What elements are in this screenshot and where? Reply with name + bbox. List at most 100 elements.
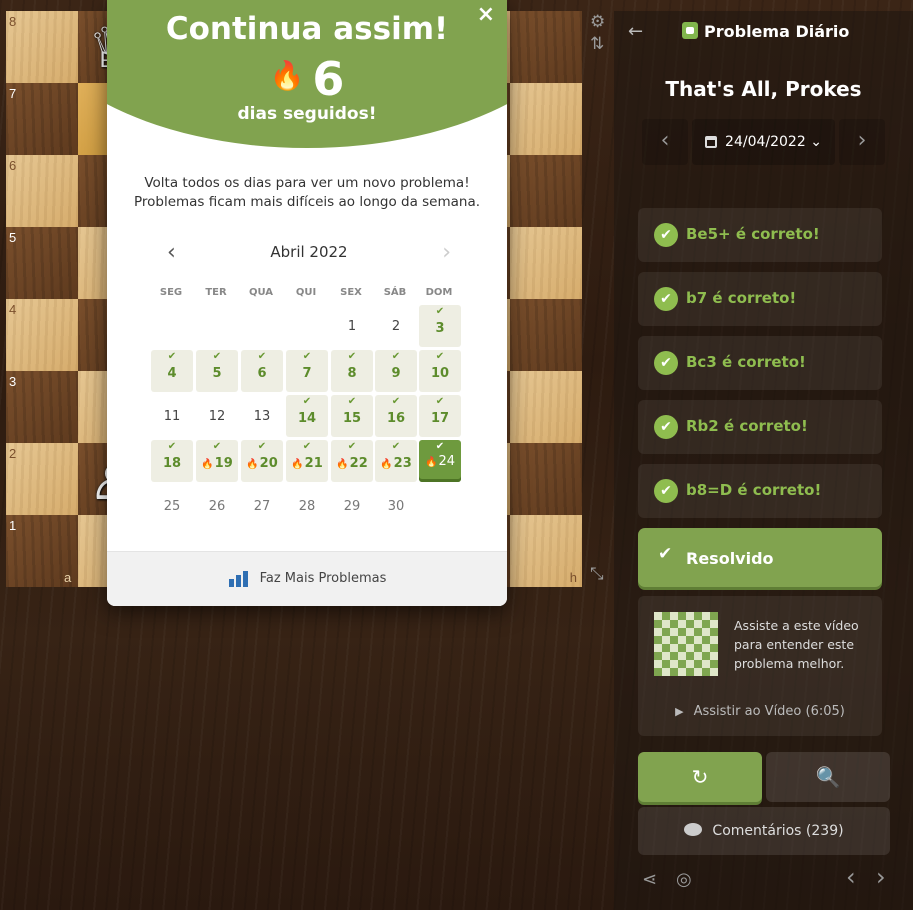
expand-icon[interactable]: ⤡ — [590, 564, 604, 584]
calendar-day[interactable]: 25 — [151, 485, 193, 527]
share-icon[interactable]: ⋖ — [642, 869, 657, 890]
next-month-button[interactable]: › — [442, 240, 451, 265]
modal-title: Continua assim! — [165, 11, 449, 47]
board-square[interactable]: 4 — [6, 299, 78, 371]
rank-label: 1 — [9, 518, 17, 533]
move-row[interactable]: ✔ Rb2 é correto! — [638, 400, 882, 454]
calendar-day[interactable]: ✔ 🔥20 — [241, 440, 283, 482]
calendar-day[interactable]: ✔ 🔥22 — [331, 440, 373, 482]
flip-board-icon[interactable]: ⇅ — [590, 34, 604, 54]
move-row[interactable]: ✔ b8=D é correto! — [638, 464, 882, 518]
board-square[interactable] — [510, 371, 582, 443]
calendar-day[interactable]: 29 — [331, 485, 373, 527]
calendar-day[interactable]: 28 — [286, 485, 328, 527]
calendar-day[interactable]: 11 — [151, 395, 193, 437]
more-puzzles-label: Faz Mais Problemas — [259, 571, 387, 586]
calendar-day[interactable]: ✔ 5 — [196, 350, 238, 392]
target-icon[interactable]: ◎ — [676, 869, 692, 890]
check-icon: ✔ — [391, 396, 401, 407]
board-square[interactable] — [510, 155, 582, 227]
calendar-day[interactable]: ✔ 🔥21 — [286, 440, 328, 482]
rank-label: 4 — [9, 302, 17, 317]
calendar-day[interactable]: 12 — [196, 395, 238, 437]
check-icon: ✔ — [654, 351, 678, 375]
calendar-day[interactable]: 30 — [375, 485, 417, 527]
board-square[interactable] — [510, 11, 582, 83]
day-number: 4 — [167, 366, 177, 381]
watch-video-link[interactable]: ▶ Assistir ao Vídeo (6:05) — [638, 704, 882, 719]
video-card: Assiste a este vídeo para entender este … — [638, 596, 882, 736]
check-icon: ✔ — [212, 441, 222, 452]
calendar-header: ‹ Abril 2022 › — [159, 240, 459, 265]
board-square[interactable] — [510, 83, 582, 155]
video-thumbnail[interactable] — [654, 612, 718, 676]
calendar-day[interactable]: 27 — [241, 485, 283, 527]
day-number: 26 — [208, 499, 226, 514]
board-square[interactable] — [510, 299, 582, 371]
more-puzzles-button[interactable]: Faz Mais Problemas — [107, 551, 507, 606]
calendar-day[interactable]: ✔ 16 — [375, 395, 417, 437]
settings-icon[interactable]: ⚙ — [590, 12, 605, 32]
board-square[interactable]: 8 — [6, 11, 78, 83]
calendar-day[interactable]: ✔ 17 — [419, 395, 461, 437]
calendar-day[interactable]: ✔ 🔥24 — [419, 440, 461, 482]
check-icon: ✔ — [654, 415, 678, 439]
board-square[interactable]: 5 — [6, 227, 78, 299]
calendar-day[interactable]: ✔ 10 — [419, 350, 461, 392]
comment-bubble-icon — [684, 823, 703, 836]
calendar-month: Abril 2022 — [270, 243, 348, 261]
day-number: 1 — [347, 319, 357, 334]
prev-day-button[interactable]: ‹ — [642, 119, 688, 165]
rank-label: 6 — [9, 158, 17, 173]
move-row[interactable]: ✔ Be5+ é correto! — [638, 208, 882, 262]
calendar-day[interactable]: ✔ 7 — [286, 350, 328, 392]
calendar-day[interactable]: ✔ 🔥23 — [375, 440, 417, 482]
check-icon: ✔ — [347, 441, 357, 452]
comments-button[interactable]: Comentários (239) — [638, 807, 890, 855]
weekday-label: TER — [205, 287, 227, 298]
calendar-day[interactable]: ✔ 15 — [331, 395, 373, 437]
calendar-day[interactable]: ✔ 4 — [151, 350, 193, 392]
puzzle-name: That's All, Prokes — [665, 77, 862, 101]
nav-next-icon[interactable]: › — [876, 863, 886, 891]
check-icon: ✔ — [658, 544, 673, 564]
retry-button[interactable]: ↻ — [638, 752, 762, 802]
board-square[interactable] — [510, 443, 582, 515]
move-row[interactable]: ✔ b7 é correto! — [638, 272, 882, 326]
board-square[interactable]: 3 — [6, 371, 78, 443]
calendar-day[interactable]: 26 — [196, 485, 238, 527]
board-square[interactable]: h — [510, 515, 582, 587]
nav-prev-icon[interactable]: ‹ — [846, 863, 856, 891]
calendar-day[interactable]: ✔ 🔥19 — [196, 440, 238, 482]
weekday-label: SEG — [159, 287, 183, 298]
calendar-day[interactable]: 2 — [375, 305, 417, 347]
board-square[interactable]: 2 — [6, 443, 78, 515]
calendar-day[interactable]: ✔ 6 — [241, 350, 283, 392]
calendar-day[interactable]: ✔ 14 — [286, 395, 328, 437]
analyze-button[interactable]: 🔍 — [766, 752, 890, 802]
calendar-day[interactable]: 13 — [241, 395, 283, 437]
calendar-day[interactable]: 1 — [331, 305, 373, 347]
calendar-day[interactable]: ✔ 3 — [419, 305, 461, 347]
calendar-day[interactable]: ✔ 9 — [375, 350, 417, 392]
day-number: 11 — [163, 409, 181, 424]
check-icon: ✔ — [654, 287, 678, 311]
board-square[interactable]: 1a — [6, 515, 78, 587]
rank-label: 2 — [9, 446, 17, 461]
move-row[interactable]: ✔ Bc3 é correto! — [638, 336, 882, 390]
day-number: 12 — [208, 409, 226, 424]
board-square[interactable]: 6 — [6, 155, 78, 227]
back-arrow-icon[interactable]: ← — [628, 21, 643, 42]
board-square[interactable]: 7 — [6, 83, 78, 155]
streak-counter: 🔥 6 — [107, 52, 507, 106]
magnifier-icon: 🔍 — [815, 765, 841, 789]
calendar-day[interactable]: ✔ 8 — [331, 350, 373, 392]
weekday-label: SEX — [340, 287, 362, 298]
next-day-button[interactable]: › — [839, 119, 885, 165]
date-picker-button[interactable]: 24/04/2022 ⌄ — [692, 119, 835, 165]
board-square[interactable] — [510, 227, 582, 299]
day-number: 🔥24 — [425, 454, 455, 469]
file-label: h — [569, 570, 577, 585]
calendar-day[interactable]: ✔ 18 — [151, 440, 193, 482]
day-number: 🔥19 — [201, 456, 233, 471]
